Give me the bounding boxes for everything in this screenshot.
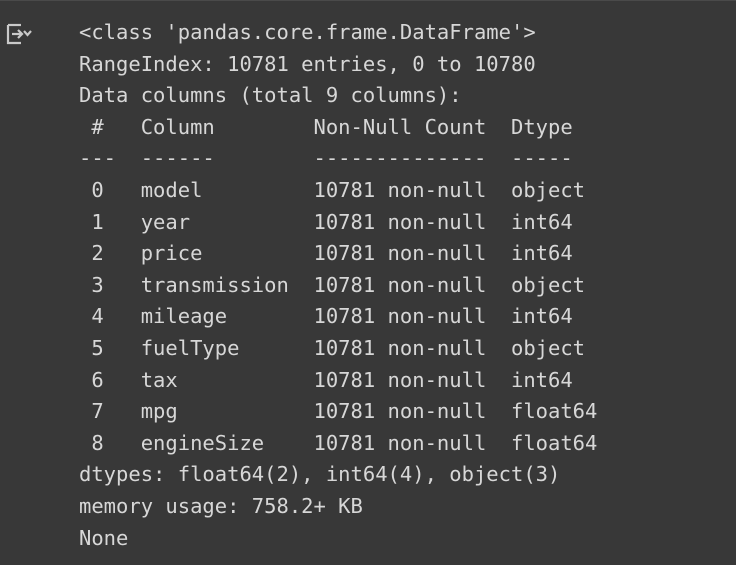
table-row: 0 model 10781 non-null object — [79, 177, 598, 202]
return-value: None — [79, 525, 129, 550]
output-line: RangeIndex: 10781 entries, 0 to 10780 — [79, 51, 536, 76]
table-row: 7 mpg 10781 non-null float64 — [79, 399, 598, 424]
memory-usage: memory usage: 758.2+ KB — [79, 493, 363, 518]
output-line: <class 'pandas.core.frame.DataFrame'> — [79, 20, 536, 44]
output-line: Data columns (total 9 columns): — [79, 83, 462, 108]
table-row: 8 engineSize 10781 non-null float64 — [79, 430, 598, 455]
table-row: 4 mileage 10781 non-null int64 — [79, 304, 598, 329]
table-row: 6 tax 10781 non-null int64 — [79, 367, 598, 392]
output-toggle-icon[interactable] — [6, 21, 32, 47]
dtypes-summary: dtypes: float64(2), int64(4), object(3) — [79, 462, 561, 487]
output-text: <class 'pandas.core.frame.DataFrame'> Ran… — [79, 17, 597, 554]
table-row: 2 price 10781 non-null int64 — [79, 241, 598, 266]
table-header-row: # Column Non-Null Count Dtype — [79, 114, 598, 139]
notebook-cell-output: <class 'pandas.core.frame.DataFrame'> Ran… — [0, 0, 736, 565]
table-row: 3 transmission 10781 non-null object — [79, 272, 598, 297]
table-row: 5 fuelType 10781 non-null object — [79, 335, 598, 360]
table-header-rule: --- ------ -------------- ----- — [79, 146, 598, 171]
table-row: 1 year 10781 non-null int64 — [79, 209, 598, 234]
